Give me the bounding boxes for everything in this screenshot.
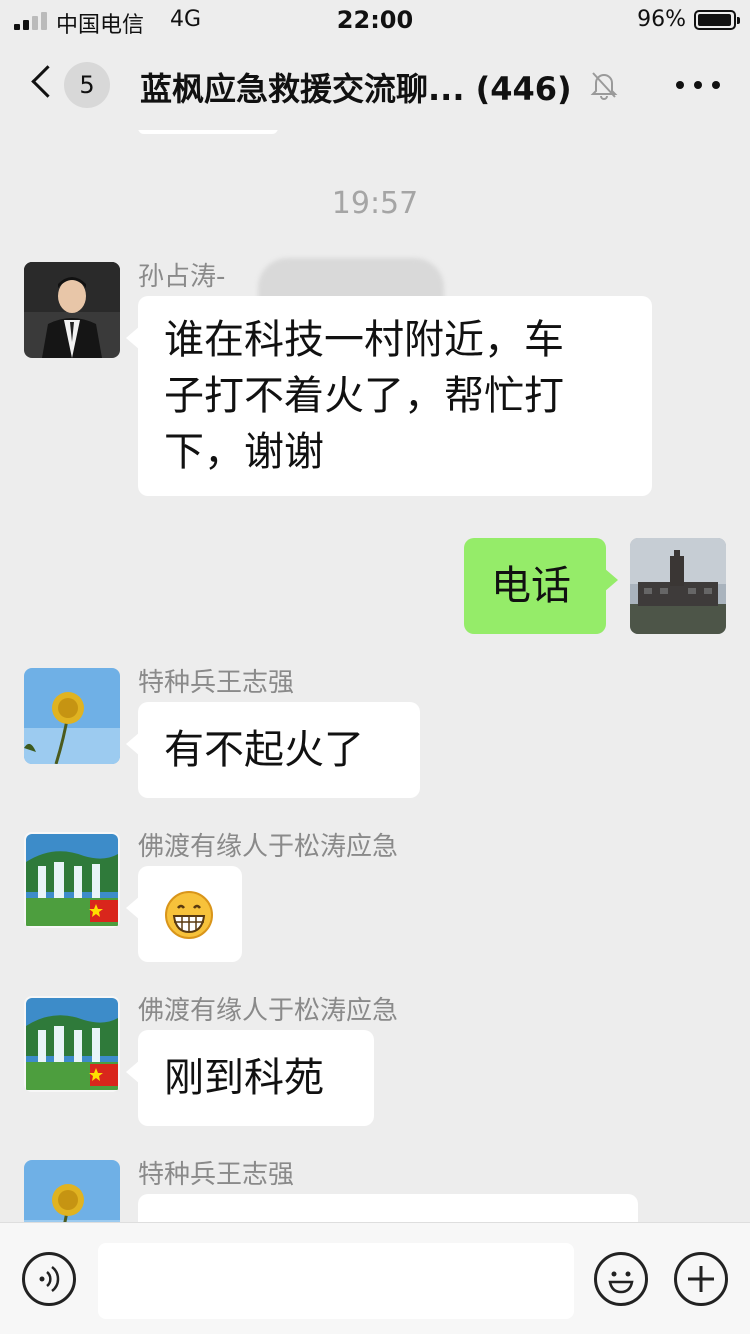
sender-avatar[interactable]	[24, 668, 120, 764]
battery-percent: 96%	[637, 7, 686, 32]
more-dot	[694, 81, 702, 89]
emoji-message-bubble[interactable]	[126, 866, 242, 962]
grinning-emoji-icon	[165, 891, 213, 939]
unread-count-badge[interactable]: 5	[64, 62, 110, 108]
battery-icon	[694, 10, 740, 30]
sender-name: 佛渡有缘人于松涛应急	[138, 996, 399, 1026]
chat-header: 5 蓝枫应急救援交流聊... (446)	[0, 40, 750, 130]
plus-button[interactable]	[674, 1252, 728, 1306]
sender-avatar[interactable]	[24, 1160, 120, 1222]
my-avatar[interactable]	[630, 538, 726, 634]
status-bar: 中国电信 4G 22:00 96%	[0, 0, 750, 40]
back-button[interactable]	[28, 62, 58, 106]
sender-avatar[interactable]	[24, 832, 120, 928]
man-in-suit-avatar	[24, 262, 120, 358]
emoji-button[interactable]	[594, 1252, 648, 1306]
more-dot	[712, 81, 720, 89]
building-photo-avatar	[630, 538, 726, 634]
dandelion-avatar	[24, 1160, 120, 1222]
message-text-line: 下，谢谢	[164, 429, 324, 475]
message-bubble[interactable]: 有不起火了	[126, 702, 420, 798]
message-input[interactable]	[98, 1243, 574, 1319]
more-button[interactable]	[676, 70, 720, 100]
message-bubble[interactable]: 谁在科技一村附近，车 子打不着火了，帮忙打 下，谢谢	[126, 296, 652, 496]
group-title: 蓝枫应急救援交流聊... (446)	[140, 70, 572, 108]
sender-name: 特种兵王志强	[138, 668, 295, 698]
message-bubble[interactable]: 刚到科苑	[126, 1030, 374, 1126]
message-text: 电话	[491, 563, 571, 609]
dandelion-avatar	[24, 668, 120, 764]
sender-name: 孙占涛-	[138, 262, 226, 292]
sender-name: 特种兵王志强	[138, 1160, 295, 1190]
more-dot	[676, 81, 684, 89]
message-list[interactable]: 19:57 孙占涛- 谁在科技一村附近，车 子打不着火了，帮忙打 下，谢谢 电话	[0, 130, 750, 1222]
message-text-line: 谁在科技一村附近，车	[164, 317, 564, 363]
waterfall-flag-avatar	[24, 832, 120, 928]
message-text: 有不起火了	[164, 727, 364, 773]
waterfall-flag-avatar	[24, 996, 120, 1092]
message-text: 刚到科苑	[164, 1055, 324, 1101]
sender-avatar[interactable]	[24, 262, 120, 358]
message-text-line: 子打不着火了，帮忙打	[164, 373, 564, 419]
sender-avatar[interactable]	[24, 996, 120, 1092]
voice-button[interactable]	[22, 1252, 76, 1306]
message-timestamp: 19:57	[331, 186, 419, 221]
battery-fill	[698, 14, 731, 26]
voice-icon	[39, 1266, 60, 1292]
sender-name: 佛渡有缘人于松涛应急	[138, 832, 399, 862]
bell-off-icon	[590, 72, 618, 100]
my-message-bubble[interactable]: 电话	[464, 538, 618, 634]
input-bar	[0, 1222, 750, 1334]
previous-message-edge	[138, 130, 278, 134]
plus-icon	[688, 1266, 714, 1292]
message-bubble[interactable]	[138, 1194, 638, 1222]
emoji-icon	[608, 1271, 634, 1294]
